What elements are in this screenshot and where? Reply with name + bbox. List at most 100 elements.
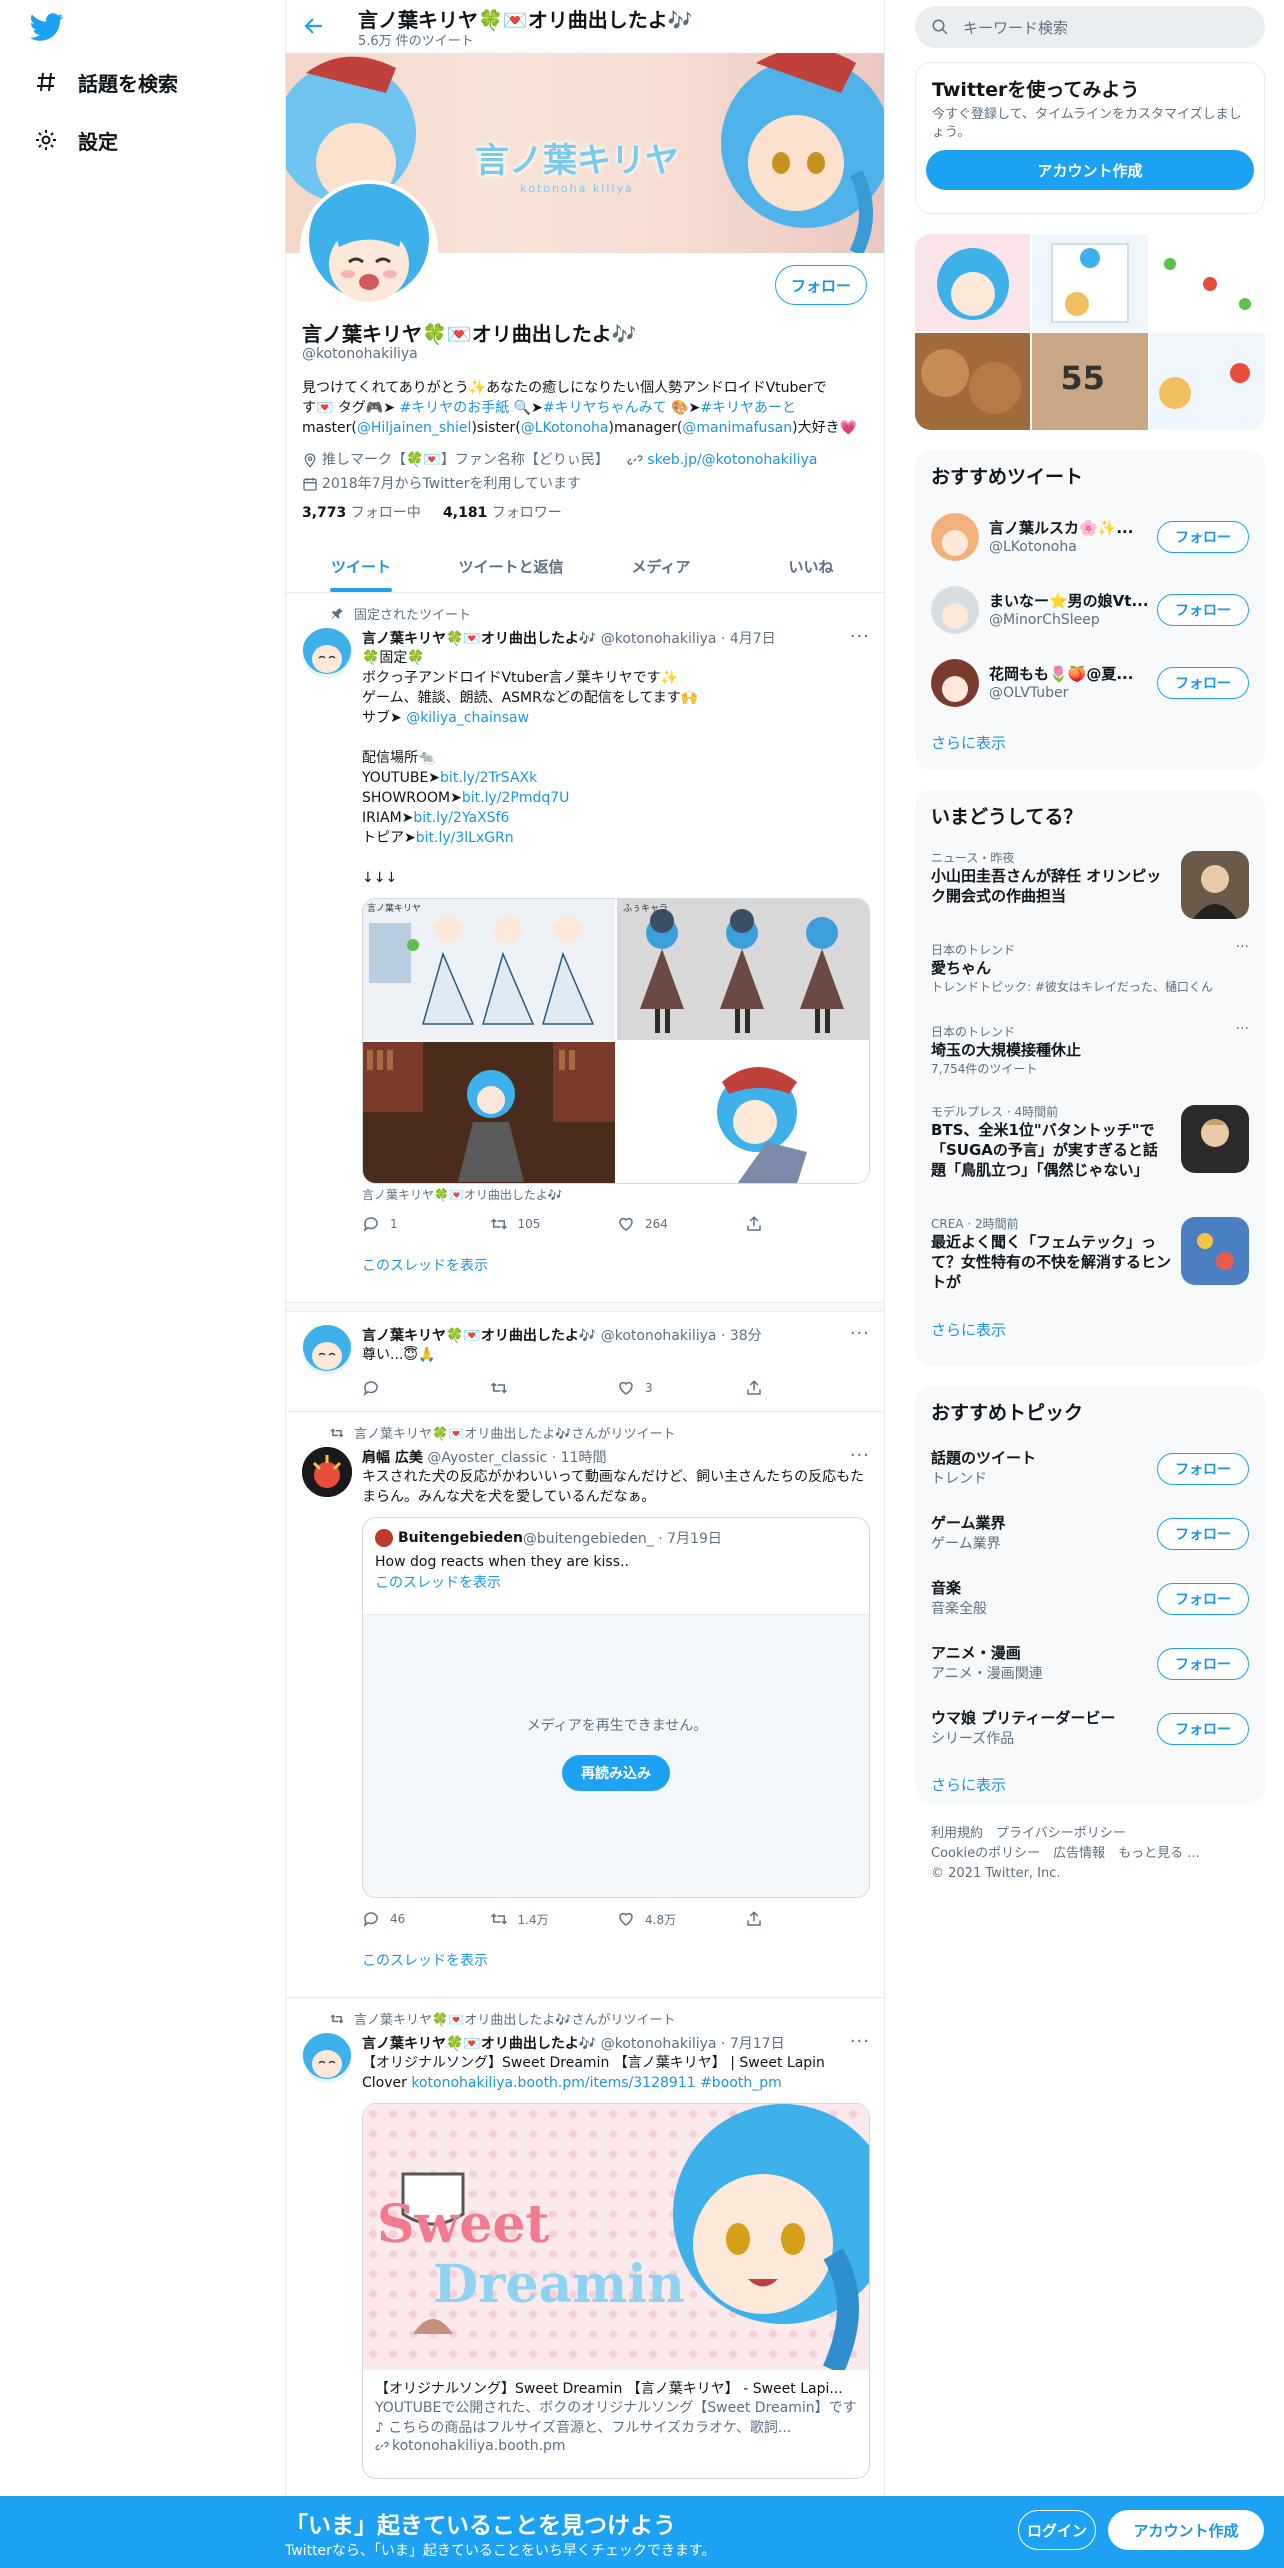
tweet-avatar[interactable]: [302, 2033, 352, 2083]
topic-item[interactable]: 音楽 音楽全般 フォロー: [915, 1567, 1265, 1632]
tab-likes[interactable]: いいね: [736, 540, 884, 592]
trend-more-icon[interactable]: ···: [1236, 939, 1249, 955]
tweet-retweet[interactable]: 言ノ葉キリヤ🍀💌オリ曲出したよ🎶さんがリツイート ··· 肩幅 広美 @Ayos…: [286, 1413, 884, 1998]
bio-mention-link[interactable]: @LKotonoha: [521, 420, 609, 436]
url-link[interactable]: kotonohakiliya.booth.pm/items/3128911: [411, 2075, 695, 2091]
tweet-avatar[interactable]: [302, 628, 352, 678]
trend-item[interactable]: ニュース・昨夜 小山田圭吾さんが辞任 オリンピック開会式の作曲担当: [915, 841, 1265, 933]
nav-explore[interactable]: 話題を検索: [32, 62, 178, 102]
reply-button[interactable]: [362, 1379, 490, 1397]
tweet-author-name[interactable]: 言ノ葉キリヤ🍀💌オリ曲出したよ🎶: [362, 631, 596, 647]
profile-avatar[interactable]: [300, 180, 438, 318]
like-button[interactable]: 264: [617, 1215, 745, 1233]
tweet-retweet[interactable]: 言ノ葉キリヤ🍀💌オリ曲出したよ🎶さんがリツイート ··· 言ノ葉キリヤ🍀💌オリ曲…: [286, 1999, 884, 2499]
mention-link[interactable]: @kiliya_chainsaw: [406, 710, 529, 726]
tweet-item[interactable]: ··· 言ノ葉キリヤ🍀💌オリ曲出したよ🎶 @kotonohakiliya · 3…: [286, 1313, 884, 1412]
show-thread-link[interactable]: このスレッドを表示: [362, 1950, 872, 1970]
share-button[interactable]: [745, 1215, 873, 1233]
trend-item[interactable]: モデルプレス · 4時間前 BTS、全米1位"バタントッチ"で「SUGAの予言」…: [915, 1095, 1265, 1207]
reply-button[interactable]: 1: [362, 1215, 490, 1233]
retweet-button[interactable]: 1.4万: [490, 1910, 618, 1928]
bio-mention-link[interactable]: @Hiljainen_shiel: [357, 420, 472, 436]
quoted-tweet[interactable]: Buitengebieden @buitengebieden_ · 7月19日 …: [362, 1517, 870, 1898]
twitter-logo-icon[interactable]: [29, 10, 64, 44]
media-image-2[interactable]: ふぅキャラ: [617, 899, 869, 1040]
reply-button[interactable]: 46: [362, 1910, 490, 1928]
tweet-author-name[interactable]: 肩幅 広美: [362, 1450, 423, 1466]
media-image-3[interactable]: [363, 1042, 615, 1183]
thumbnail-image[interactable]: 55: [1032, 333, 1148, 430]
quoted-show-thread-link[interactable]: このスレッドを表示: [375, 1572, 857, 1592]
back-arrow-icon[interactable]: [302, 14, 326, 38]
tab-media[interactable]: メディア: [586, 540, 736, 592]
topic-item[interactable]: ウマ娘 プリティーダービー シリーズ作品 フォロー: [915, 1697, 1265, 1762]
follow-button[interactable]: フォロー: [1157, 1648, 1249, 1680]
topic-item[interactable]: ゲーム業界 ゲーム業界 フォロー: [915, 1502, 1265, 1567]
signup-button[interactable]: アカウント作成: [926, 150, 1254, 190]
follow-button[interactable]: フォロー: [1157, 667, 1249, 699]
bio-hashtag-link[interactable]: #キリヤあーと: [700, 400, 796, 416]
following-link[interactable]: 3,773 フォロー中: [302, 505, 421, 521]
follow-button[interactable]: フォロー: [1157, 594, 1249, 626]
trend-item[interactable]: 日本のトレンド 埼玉の大規模接種休止 7,754件のツイート ···: [915, 1015, 1265, 1095]
suggested-user[interactable]: 花岡もも🌷🍑@夏... @OLVTuber フォロー: [915, 647, 1265, 720]
search-box[interactable]: キーワード検索: [915, 6, 1265, 48]
link-card[interactable]: Sweet Dreamin 【オリジナルソング】Sweet Dreamin 【言…: [362, 2103, 870, 2479]
avatar: [931, 586, 979, 634]
retweet-button[interactable]: [490, 1379, 618, 1397]
suggested-user[interactable]: 言ノ葉ルスカ🌸✨... @LKotonoha フォロー: [915, 501, 1265, 574]
url-link[interactable]: bit.ly/2YaXSf6: [413, 810, 509, 826]
share-button[interactable]: [745, 1379, 873, 1397]
trends-show-more-link[interactable]: さらに表示: [915, 1307, 1265, 1356]
topic-item[interactable]: 話題のツイート トレンド フォロー: [915, 1437, 1265, 1502]
profile-website[interactable]: skeb.jp/@kotonohakiliya: [627, 450, 817, 470]
retweet-button[interactable]: 105: [490, 1215, 618, 1233]
who-show-more-link[interactable]: さらに表示: [915, 720, 1265, 769]
thumbnail-image[interactable]: [915, 234, 1031, 331]
footer-line[interactable]: 利用規約 プライバシーポリシー: [931, 1824, 1251, 1844]
login-button[interactable]: ログイン: [1018, 2510, 1096, 2550]
thumbnail-image[interactable]: [915, 333, 1031, 430]
media-image-1[interactable]: 言ノ葉キリヤ: [363, 899, 615, 1040]
tweet-avatar[interactable]: [302, 1447, 352, 1497]
thumbnail-image[interactable]: [1149, 333, 1265, 430]
tab-tweets-replies[interactable]: ツイートと返信: [436, 540, 586, 592]
reload-button[interactable]: 再読み込み: [562, 1755, 670, 1791]
show-thread-link[interactable]: このスレッドを表示: [362, 1255, 872, 1275]
profile-follow-button[interactable]: フォロー: [775, 265, 867, 305]
signup-button[interactable]: アカウント作成: [1108, 2510, 1264, 2550]
follow-button[interactable]: フォロー: [1157, 1453, 1249, 1485]
thumbnail-image[interactable]: [1149, 234, 1265, 331]
trend-more-icon[interactable]: ···: [1236, 1021, 1249, 1037]
follow-button[interactable]: フォロー: [1157, 1518, 1249, 1550]
hashtag-link[interactable]: #booth_pm: [700, 2075, 782, 2091]
media-image-4[interactable]: [617, 1042, 869, 1183]
follow-button[interactable]: フォロー: [1157, 521, 1249, 553]
followers-link[interactable]: 4,181 フォロワー: [443, 505, 562, 521]
url-link[interactable]: bit.ly/2TrSAXk: [440, 770, 537, 786]
url-link[interactable]: bit.ly/2Pmdq7U: [462, 790, 570, 806]
suggested-user[interactable]: まいなー⭐男の娘Vt... @MinorChSleep フォロー: [915, 574, 1265, 647]
tweet-author-name[interactable]: 言ノ葉キリヤ🍀💌オリ曲出したよ🎶: [362, 1328, 596, 1344]
trend-item[interactable]: CREA · 2時間前 最近よく聞く「フェムテック」って？女性特有の不快を解消す…: [915, 1207, 1265, 1307]
follow-button[interactable]: フォロー: [1157, 1583, 1249, 1615]
tweet-pinned[interactable]: 固定されたツイート ··· 言ノ葉キリヤ🍀💌オリ曲出したよ🎶 @kotonoha…: [286, 594, 884, 1302]
nav-settings[interactable]: 設定: [32, 120, 118, 160]
tweet-author-name[interactable]: 言ノ葉キリヤ🍀💌オリ曲出したよ🎶: [362, 2036, 596, 2052]
like-button[interactable]: 4.8万: [617, 1910, 745, 1928]
topics-show-more-link[interactable]: さらに表示: [915, 1762, 1265, 1804]
trend-item[interactable]: 日本のトレンド 愛ちゃん トレンドトピック: #彼女はキレイだった、樋口くん ·…: [915, 933, 1265, 1015]
tweet-avatar[interactable]: [302, 1325, 352, 1375]
tab-tweets[interactable]: ツイート: [286, 540, 436, 592]
bio-hashtag-link[interactable]: #キリヤちゃんみて: [543, 400, 667, 416]
footer-line[interactable]: Cookieのポリシー 広告情報 もっと見る ...: [931, 1844, 1251, 1864]
search-input[interactable]: キーワード検索: [963, 17, 1068, 38]
bio-hashtag-link[interactable]: #キリヤのお手紙: [400, 400, 510, 416]
share-button[interactable]: [745, 1910, 873, 1928]
follow-button[interactable]: フォロー: [1157, 1713, 1249, 1745]
thumbnail-image[interactable]: [1032, 234, 1148, 331]
topic-item[interactable]: アニメ・漫画 アニメ・漫画関連 フォロー: [915, 1632, 1265, 1697]
url-link[interactable]: bit.ly/3lLxGRn: [416, 830, 514, 846]
like-button[interactable]: 3: [617, 1379, 745, 1397]
bio-mention-link[interactable]: @manimafusan: [682, 420, 792, 436]
